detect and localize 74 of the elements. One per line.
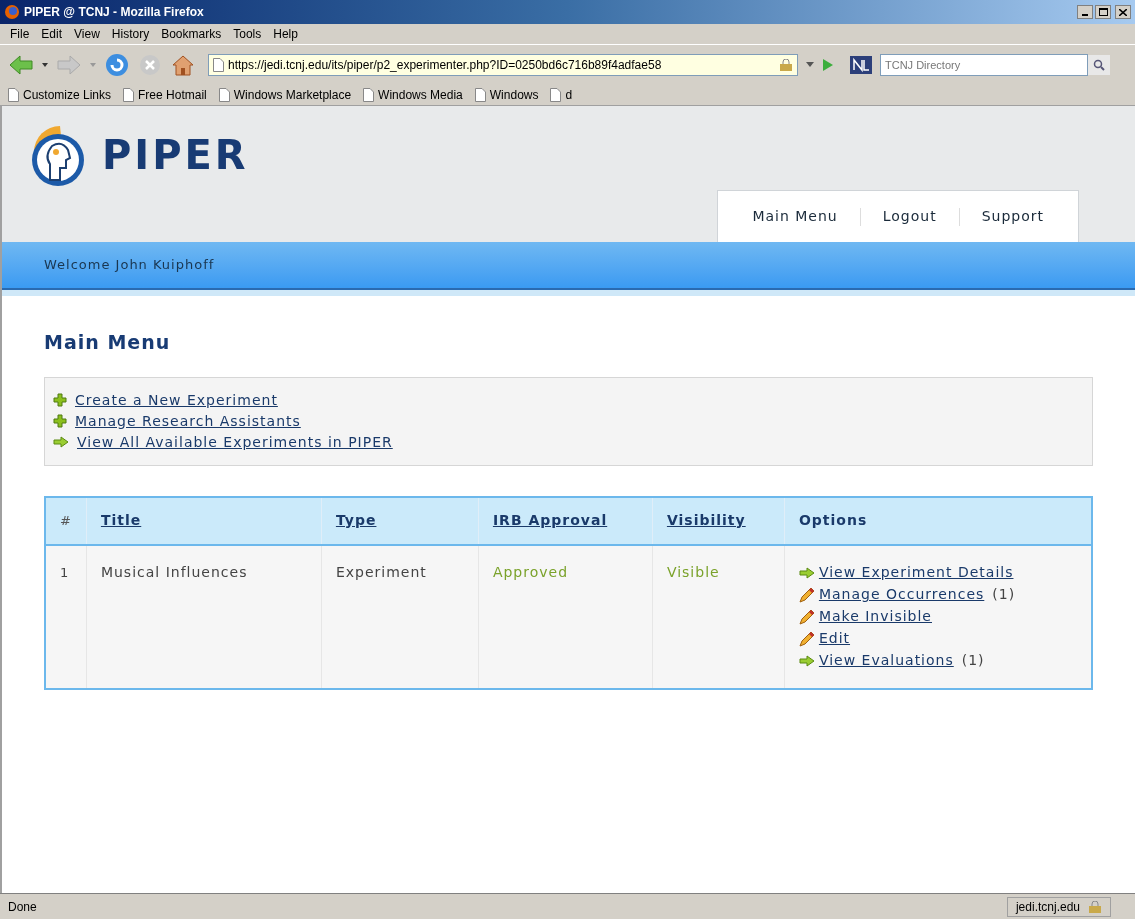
minimize-icon [1082, 14, 1088, 16]
nav-link[interactable]: Main Menu [730, 206, 860, 227]
count-text: (1) [992, 585, 1016, 604]
option-link[interactable]: Edit [818, 628, 851, 649]
bookmark-link[interactable]: Windows [474, 85, 539, 104]
page-icon [213, 57, 224, 72]
arrow-icon [53, 436, 69, 448]
option-link[interactable]: Make Invisible [818, 606, 932, 627]
padlock-icon [1088, 900, 1102, 913]
search-button[interactable] [1088, 54, 1110, 75]
table-cell: 1 [60, 564, 70, 580]
logo-text: PIPER [102, 131, 249, 180]
option-link[interactable]: View Evaluations [818, 650, 954, 671]
menu-item[interactable]: Help [267, 25, 304, 43]
minimize-button[interactable] [1077, 5, 1093, 19]
menu-item[interactable]: Edit [35, 25, 69, 43]
dropdown-icon[interactable] [806, 62, 814, 67]
column-header: # [60, 513, 72, 528]
plus-icon [53, 414, 67, 428]
table-cell: Musical Influences [100, 563, 248, 580]
count-text: (1) [961, 651, 985, 670]
sort-link[interactable]: Type [335, 512, 377, 528]
sort-link[interactable]: IRB Approval [492, 512, 608, 528]
page-heading: Main Menu [44, 330, 172, 355]
nav-link[interactable]: Logout [860, 206, 959, 227]
plus-icon [53, 393, 67, 407]
pencil-icon [798, 586, 815, 603]
status-text: Done [8, 898, 37, 916]
arrow-icon [798, 566, 815, 579]
caret-icon[interactable] [42, 62, 48, 67]
close-button[interactable] [1115, 5, 1131, 19]
page-icon [474, 87, 486, 102]
bookmark-link[interactable]: d [550, 85, 573, 104]
page-icon [218, 87, 230, 102]
search-field[interactable]: TCNJ Directory [880, 53, 1088, 76]
bookmark-link[interactable]: Windows Marketplace [218, 85, 352, 104]
welcome-text: Welcome John Kuiphoff [44, 256, 215, 275]
nav-link[interactable]: Support [959, 206, 1066, 227]
search-engine-icon[interactable] [850, 55, 872, 74]
menu-item[interactable]: History [105, 25, 156, 43]
menu-item[interactable]: Tools [227, 25, 268, 43]
page-icon [123, 87, 135, 102]
table-cell: Visible [666, 563, 720, 580]
sort-link[interactable]: Title [100, 512, 142, 528]
action-link[interactable]: View All Available Experiments in PIPER [77, 431, 393, 453]
column-header: Options [798, 512, 868, 528]
padlock-icon [779, 58, 793, 71]
bookmark-link[interactable]: Windows Media [363, 85, 463, 104]
page-icon [550, 87, 562, 102]
host-text: jedi.tcnj.edu [1015, 898, 1080, 916]
close-icon [1119, 8, 1127, 16]
option-link[interactable]: View Experiment Details [818, 562, 1014, 583]
pencil-icon [798, 608, 815, 625]
maximize-icon [1098, 8, 1108, 16]
menu-item[interactable]: File [4, 25, 36, 43]
sort-link[interactable]: Visibility [666, 512, 746, 528]
reload-icon[interactable] [104, 51, 130, 78]
arrow-icon [798, 654, 815, 667]
page-icon [363, 87, 375, 102]
bookmark-link[interactable]: Customize Links [8, 85, 112, 104]
option-link[interactable]: Manage Occurrences [818, 584, 985, 605]
pencil-icon [798, 630, 815, 647]
page-icon [8, 87, 19, 102]
bookmark-link[interactable]: Free Hotmail [123, 85, 207, 104]
action-link[interactable]: Manage Research Assistants [75, 410, 301, 432]
window-title: PIPER @ TCNJ - Mozilla Firefox [24, 4, 204, 21]
action-link[interactable]: Create a New Experiment [75, 389, 278, 411]
menu-item[interactable]: View [68, 25, 106, 43]
search-icon [1093, 58, 1105, 71]
table-cell: Approved [492, 563, 569, 580]
table-cell: Experiment [335, 563, 427, 580]
address-field[interactable]: https://jedi.tcnj.edu/its/piper/p2_experimenter.php?ID=0250bd6c716b89f4adfae58 [208, 53, 798, 76]
menu-item[interactable]: Bookmarks [155, 25, 228, 43]
maximize-button[interactable] [1095, 5, 1111, 19]
